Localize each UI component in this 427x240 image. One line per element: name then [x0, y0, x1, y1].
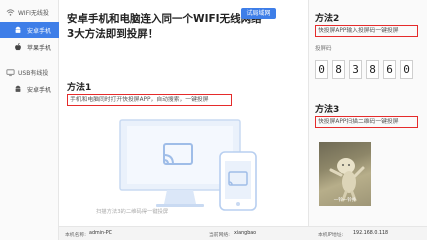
- android-icon: [14, 85, 22, 93]
- trial-lan-button[interactable]: 试局域网: [241, 8, 276, 19]
- sidebar-item-label: 安卓手机: [27, 86, 52, 94]
- method2-title: 方法2: [315, 14, 340, 24]
- sidebar-item-android-usb[interactable]: 安卓手机: [0, 81, 59, 97]
- sidebar-item-apple[interactable]: 苹果手机: [0, 39, 59, 55]
- pc-name-value: admin-PC: [89, 231, 113, 236]
- sidebar-group-usb[interactable]: USB有线投: [0, 65, 59, 79]
- status-bar-right: 本机IP地址: 192.168.0.118: [308, 226, 427, 240]
- sidebar: WIFI无线投 安卓手机 苹果手机 USB有线投 安卓手机: [0, 0, 59, 240]
- monitor-phone-illustration: [119, 119, 257, 211]
- sidebar-group-wifi[interactable]: WIFI无线投: [0, 5, 59, 19]
- wifi-label: 当前网络:: [209, 233, 230, 238]
- ip-value: 192.168.0.118: [353, 231, 389, 236]
- screen-code-digit: 0: [315, 60, 328, 79]
- headline-line-2: 3大方法即到投屏！: [67, 28, 159, 40]
- pc-name-label: 本机名称:: [65, 233, 86, 238]
- android-icon: [14, 26, 22, 34]
- sidebar-item-label: 苹果手机: [27, 44, 52, 52]
- qr-code-image: 一铃一铃扑: [319, 142, 371, 206]
- illustration-caption: 扫描方法3的二维码得一键投屏: [96, 209, 169, 215]
- screen-code-digit: 0: [400, 60, 413, 79]
- method1-description: 手机和电脑同时打开快投屏APP，自动搜索，一键投屏: [67, 94, 232, 106]
- sidebar-group-label: USB有线投: [18, 69, 49, 77]
- screen-code-digit: 8: [366, 60, 379, 79]
- sidebar-group-label: WIFI无线投: [18, 9, 49, 17]
- method3-title: 方法3: [315, 105, 340, 115]
- qr-caption: 一铃一铃扑: [333, 198, 357, 203]
- screen-code: 0 8 3 8 6 0: [315, 60, 413, 79]
- sidebar-item-label: 安卓手机: [27, 27, 52, 35]
- method2-description: 快投屏APP输入投屏码一键投屏: [315, 25, 418, 37]
- method3-description: 快投屏APP扫描二维码一键投屏: [315, 116, 418, 128]
- usb-icon: [6, 68, 15, 77]
- status-bar: 本机名称: admin-PC 当前网络: xiangbao: [59, 226, 308, 240]
- screen-code-digit: 6: [383, 60, 396, 79]
- screen-code-label: 投屏码: [315, 46, 332, 52]
- page-headline: 安卓手机和电脑连入同一个WIFI无线网络 3大方法即到投屏！: [67, 12, 267, 42]
- sidebar-item-android-wifi[interactable]: 安卓手机: [0, 22, 59, 38]
- wifi-icon: [6, 8, 15, 17]
- apple-icon: [14, 43, 22, 51]
- headline-line-1: 安卓手机和电脑连入同一个WIFI无线网络: [67, 13, 262, 25]
- screen-code-digit: 8: [332, 60, 345, 79]
- wifi-name-value: xiangbao: [234, 231, 257, 236]
- method1-title: 方法1: [67, 83, 92, 93]
- screen-code-digit: 3: [349, 60, 362, 79]
- ip-label: 本机IP地址:: [318, 233, 344, 238]
